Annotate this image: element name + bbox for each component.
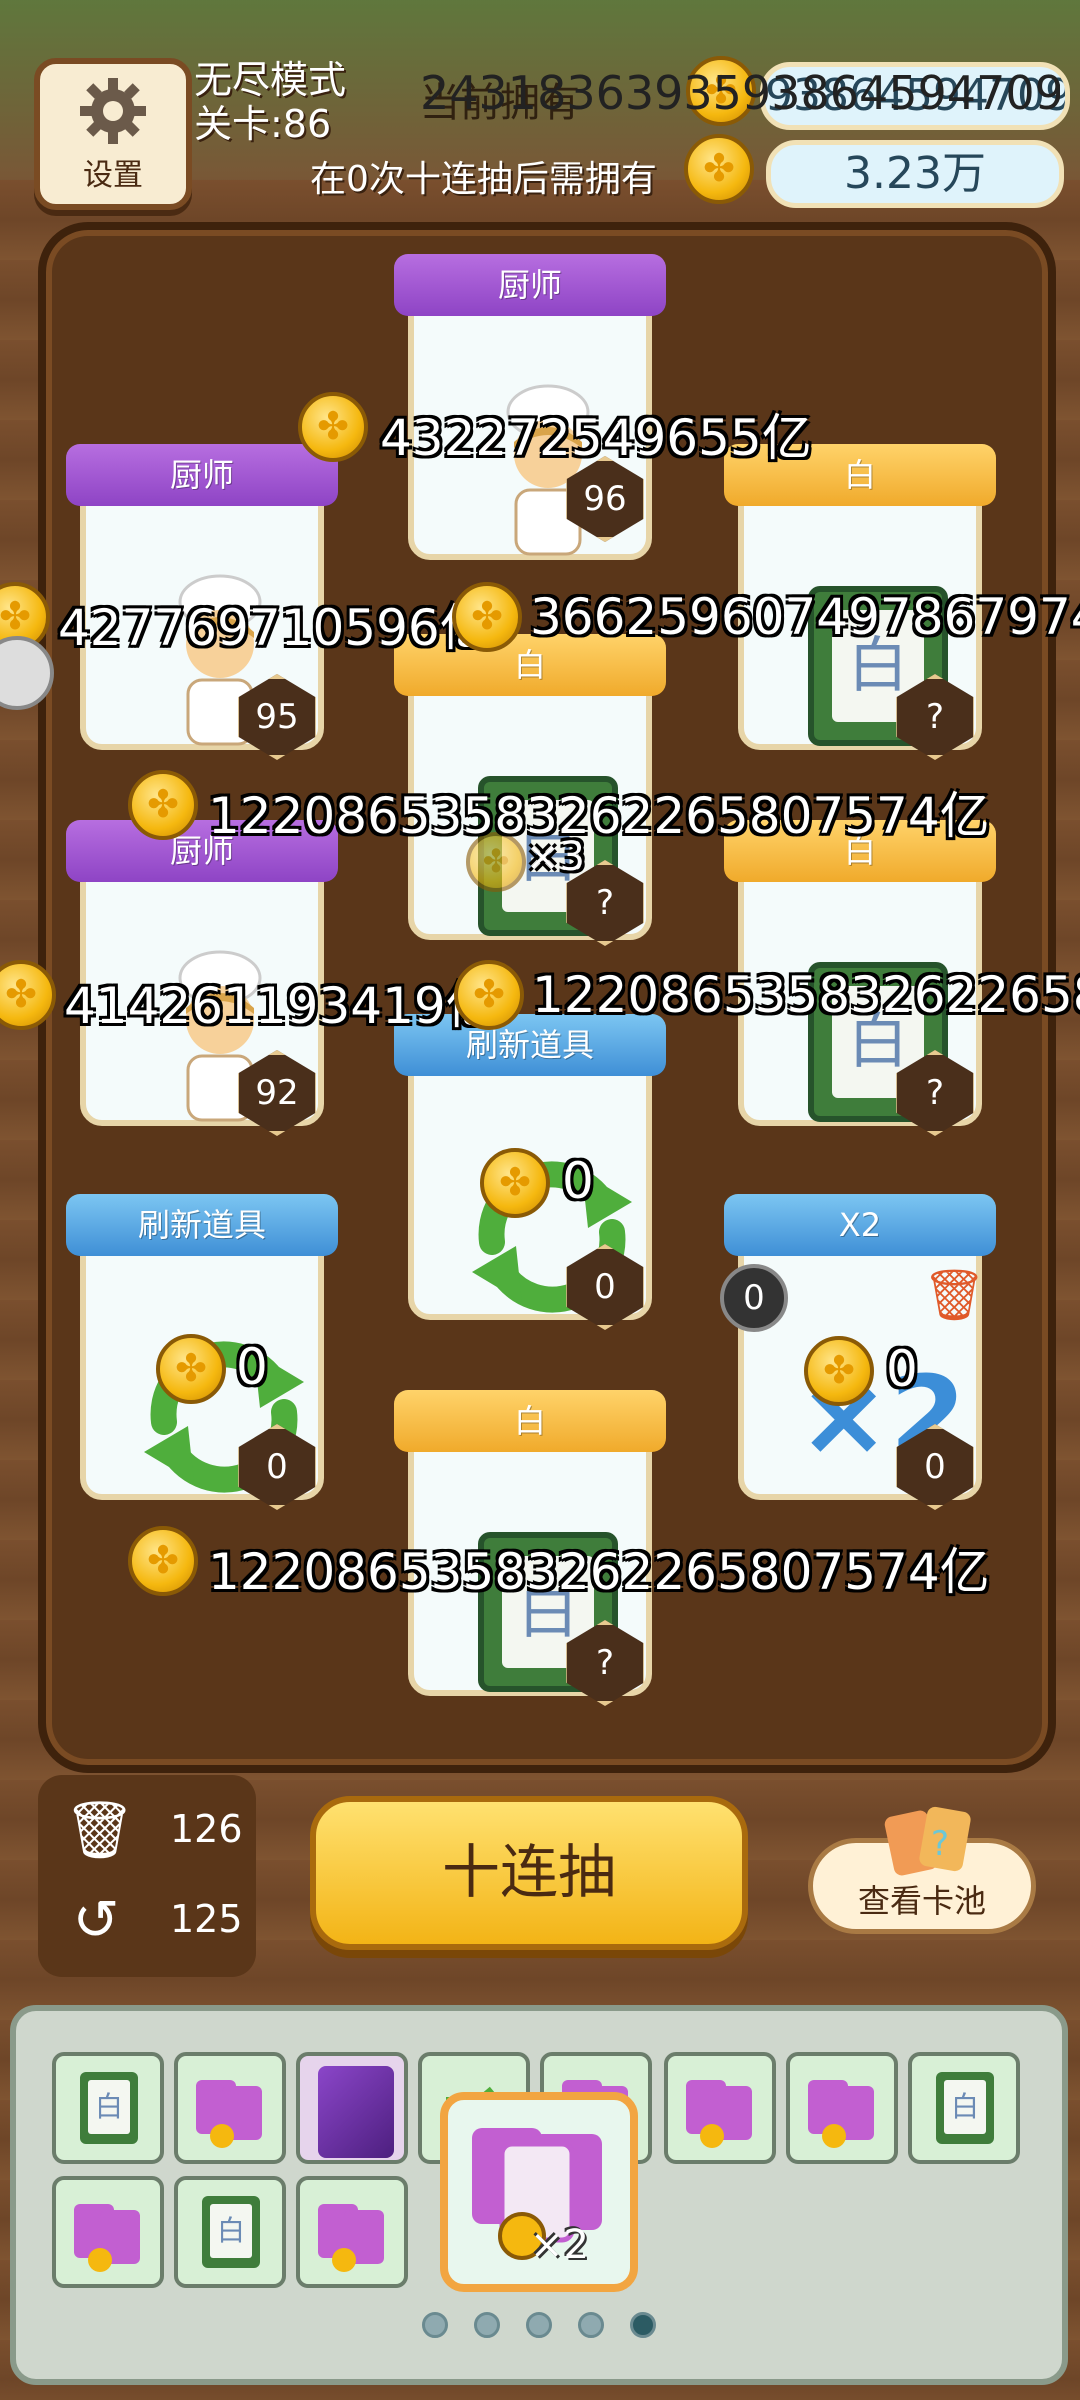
- tray-slot-cards[interactable]: [664, 2052, 776, 2164]
- settings-button[interactable]: 设置: [34, 58, 192, 210]
- cost-label: 0: [236, 1338, 268, 1396]
- overlay-number: 122086535832622658: [532, 966, 1080, 1024]
- tray-slot-cards[interactable]: [786, 2052, 898, 2164]
- need-value: 3.23万: [844, 148, 986, 199]
- trash-icon[interactable]: 🗑: [923, 1266, 986, 1325]
- card-ribbon: 厨师: [66, 444, 338, 506]
- undo-icon: ↺: [72, 1888, 120, 1953]
- gear-icon: [80, 78, 146, 144]
- cards-icon: ?: [884, 1806, 971, 1876]
- tray-slot-tile[interactable]: [174, 2176, 286, 2288]
- overlay-number: 3662596074978679742: [530, 588, 1080, 646]
- trash-icon: 🗑: [64, 1798, 136, 1863]
- ten-draw-button[interactable]: 十连抽: [310, 1796, 748, 1950]
- cards-icon: [318, 2204, 384, 2272]
- selected-tray-item[interactable]: ×2: [440, 2092, 638, 2292]
- tray-slot-cards[interactable]: [52, 2176, 164, 2288]
- coin-icon: [128, 770, 198, 840]
- cards-icon: [686, 2080, 752, 2148]
- trash-counter[interactable]: 🗑 126: [58, 1793, 248, 1873]
- card-ribbon: X2: [724, 1194, 996, 1256]
- coin-icon: [480, 1148, 550, 1218]
- cards-icon: [196, 2080, 262, 2148]
- tray-slot-cards[interactable]: [174, 2052, 286, 2164]
- need-value-pill: 3.23万: [766, 140, 1064, 208]
- tray-slot-tile[interactable]: [52, 2052, 164, 2164]
- overlay-number: 414261193419亿: [64, 977, 496, 1035]
- selected-item-badge: ×2: [530, 2222, 589, 2268]
- tray-slot-cards[interactable]: [296, 2176, 408, 2288]
- undo-counter[interactable]: ↺ 125: [58, 1883, 248, 1963]
- coin-icon: [156, 1334, 226, 1404]
- page-dot-active[interactable]: [630, 2312, 656, 2338]
- card-ribbon: 厨师: [394, 254, 666, 316]
- overlay-number: 427769710596亿: [58, 599, 490, 657]
- page-dot[interactable]: [422, 2312, 448, 2338]
- undo-count: 125: [170, 1897, 243, 1941]
- card-x2[interactable]: ×2 X2 0 0 🗑 0: [720, 1180, 996, 1510]
- card-ribbon: 刷新道具: [66, 1194, 338, 1256]
- owned-overlay-number: 24318363935938645947097697: [420, 66, 1060, 120]
- tray-slot-book[interactable]: [296, 2052, 408, 2164]
- coin-icon: [452, 582, 522, 652]
- coin-icon: [128, 1526, 198, 1596]
- page-dot[interactable]: [474, 2312, 500, 2338]
- card-ribbon: 白: [394, 1390, 666, 1452]
- mode-label: 无尽模式: [194, 58, 347, 102]
- coin-icon: [454, 960, 524, 1030]
- coin-icon: [804, 1336, 874, 1406]
- overlay-number: 12208653583262265807574亿: [208, 787, 990, 845]
- card-refresh-item[interactable]: 刷新道具 0 0: [66, 1180, 338, 1510]
- level-label: 关卡:86: [194, 102, 332, 146]
- card-refresh-item[interactable]: 刷新道具 0 0: [394, 1000, 666, 1330]
- coin-icon: [684, 134, 754, 204]
- page-dot[interactable]: [526, 2312, 552, 2338]
- view-card-pool-button[interactable]: ? 查看卡池: [808, 1806, 1036, 1934]
- need-label: 在0次十连抽后需拥有: [310, 159, 657, 200]
- tray-slot-tile[interactable]: [908, 2052, 1020, 2164]
- overlay-number: 12208653583262265807574亿: [208, 1543, 990, 1601]
- corner-count: 0: [720, 1264, 788, 1332]
- mode-info: 无尽模式 关卡:86: [194, 58, 346, 146]
- item-counter-panel: 🗑 126 ↺ 125: [38, 1775, 256, 1977]
- trash-count: 126: [170, 1807, 243, 1851]
- svg-text:?: ?: [931, 1824, 949, 1864]
- cost-label: 0: [886, 1340, 918, 1398]
- coin-icon: [298, 392, 368, 462]
- settings-label: 设置: [83, 158, 143, 193]
- cards-icon: [808, 2080, 874, 2148]
- overlay-number: 432272549655亿: [380, 409, 812, 467]
- cards-icon: [74, 2204, 140, 2272]
- page-dot[interactable]: [578, 2312, 604, 2338]
- view-card-pool-label: 查看卡池: [857, 1882, 986, 1920]
- cost-label: 0: [562, 1152, 594, 1210]
